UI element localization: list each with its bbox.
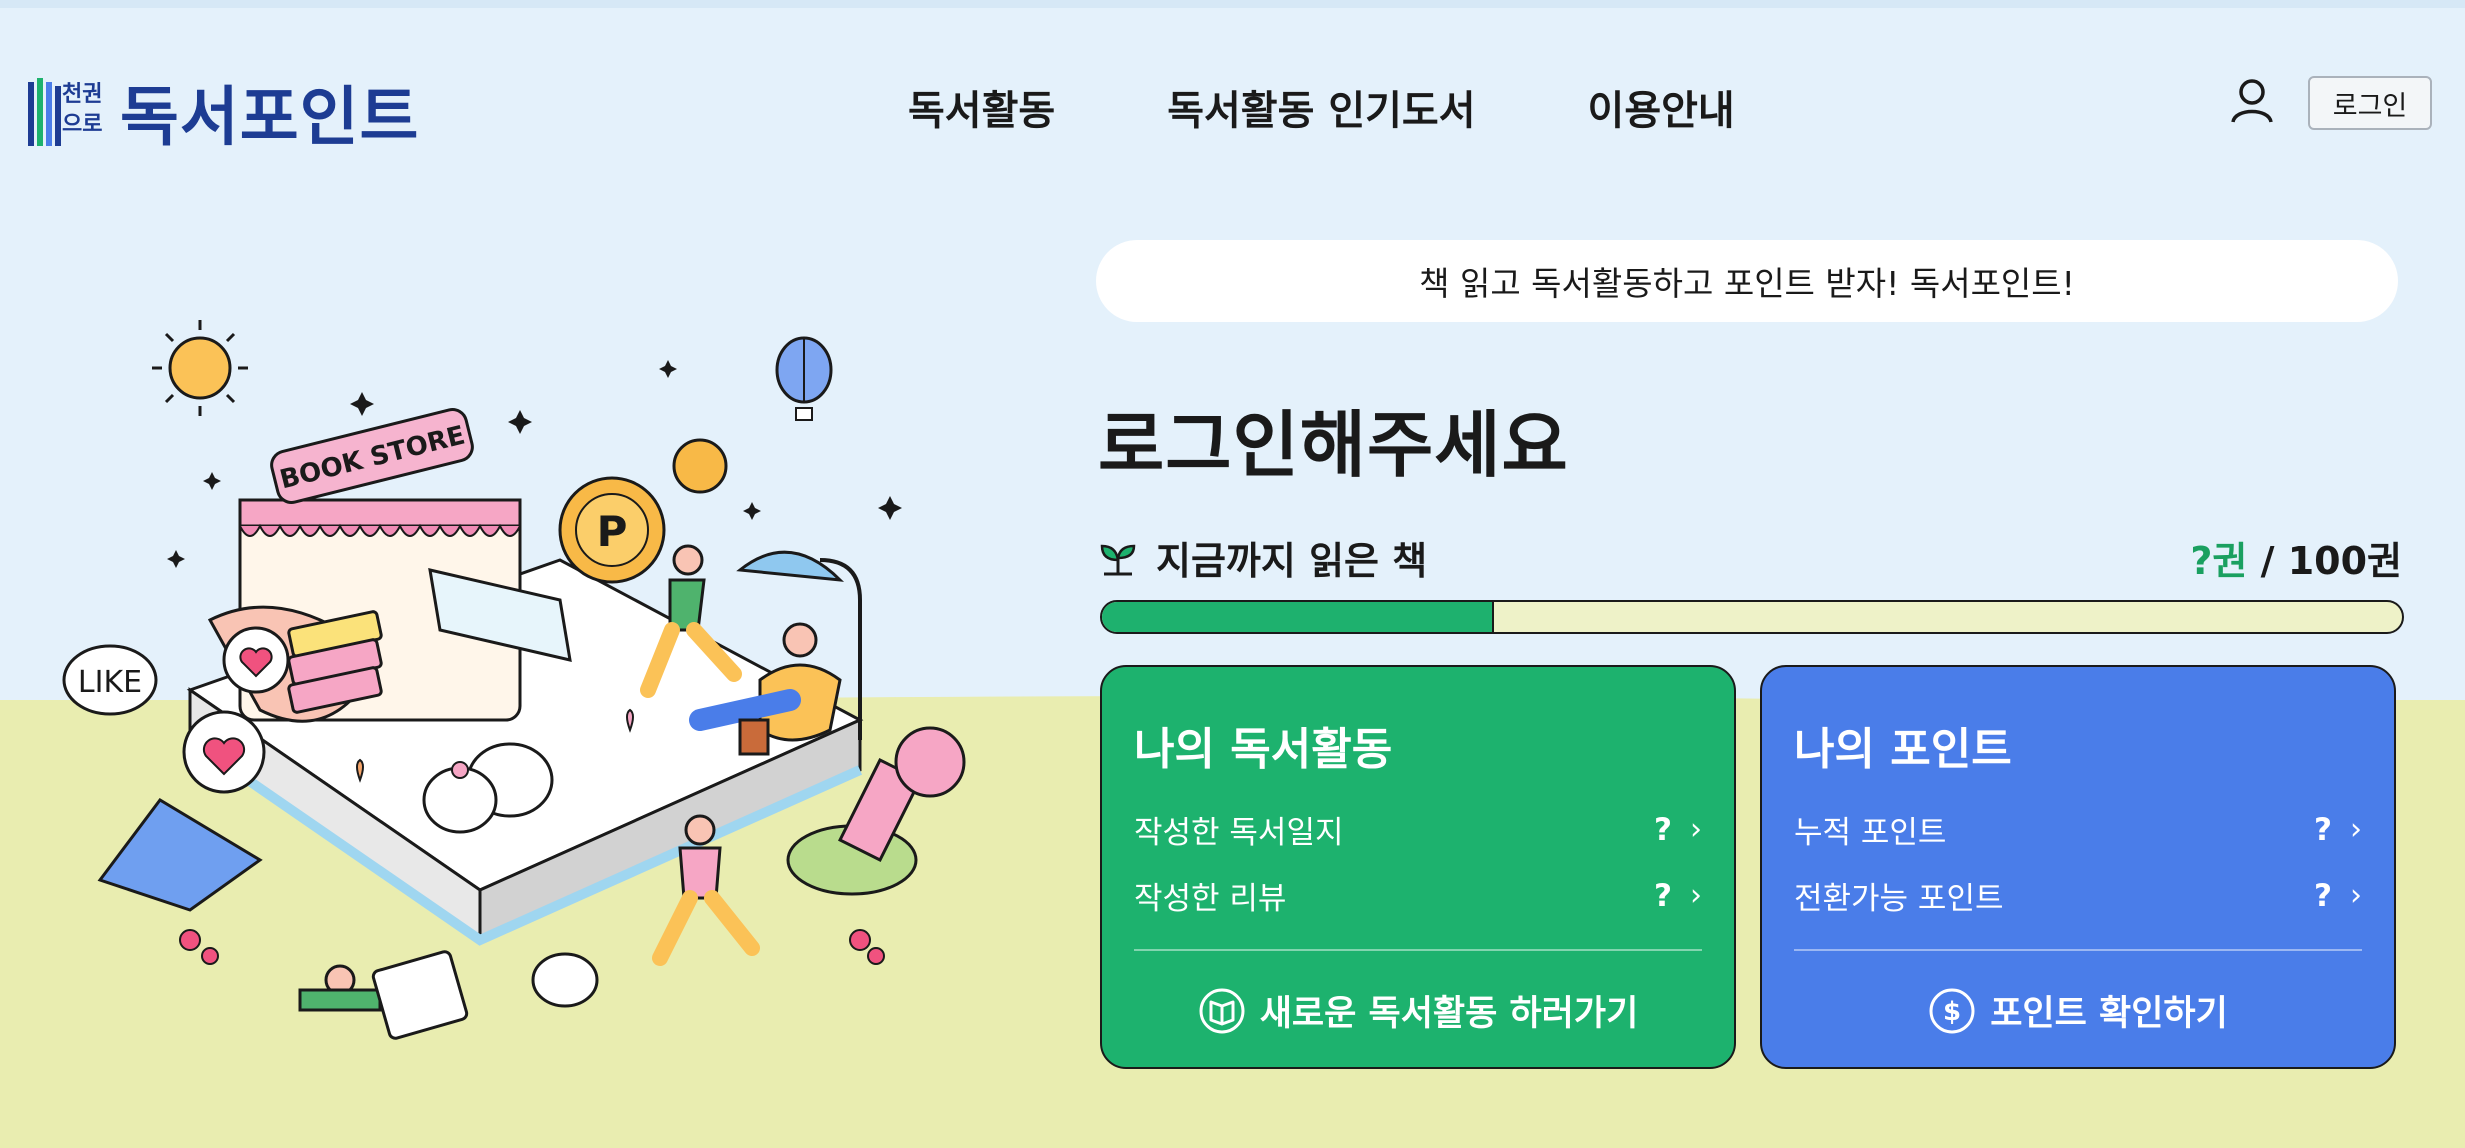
books-read-total: / 100권 [2260, 539, 2402, 583]
chevron-right-icon: › [2350, 878, 2362, 913]
like-bubble: LIKE [62, 644, 158, 716]
my-points-card: 나의 포인트 누적 포인트 ? › 전환가능 포인트 ? › $ 포인트 확인하… [1760, 665, 2396, 1069]
row-value: ? [1654, 877, 1672, 914]
reading-log-count-row[interactable]: 작성한 독서일지 ? › [1134, 807, 1702, 852]
chevron-right-icon: › [1690, 812, 1702, 847]
review-count-row[interactable]: 작성한 리뷰 ? › [1134, 873, 1702, 918]
sprout-icon [1100, 544, 1136, 575]
chevron-right-icon: › [2350, 812, 2362, 847]
check-points-button[interactable]: $ 포인트 확인하기 [1762, 985, 2394, 1036]
books-read-count: ?권 / 100권 [2190, 530, 2402, 585]
card-divider [1134, 949, 1702, 951]
row-label: 작성한 리뷰 [1134, 881, 1287, 917]
dollar-coin-icon: $ [1929, 988, 1975, 1033]
coin-letter: P [597, 507, 628, 556]
top-strip [0, 0, 2465, 8]
nav-popular-books[interactable]: 독서활동 인기도서 [1167, 78, 1475, 136]
login-button[interactable]: 로그인 [2308, 76, 2432, 130]
books-read-text: 지금까지 읽은 책 [1156, 539, 1428, 583]
book-icon [1199, 988, 1245, 1033]
card-divider [1794, 949, 2362, 951]
row-label: 누적 포인트 [1794, 815, 1947, 851]
row-value: ? [2314, 811, 2332, 848]
boy-with-notebook [298, 950, 599, 1040]
books-read-label: 지금까지 읽은 책 [1098, 530, 1427, 585]
sun-icon [152, 320, 248, 416]
reading-progress-bar [1100, 600, 2404, 634]
main-nav: 독서활동 독서활동 인기도서 이용안내 [908, 78, 1735, 136]
books-read-current: ?권 [2190, 539, 2248, 583]
logo-subtext: 천권으로 [62, 82, 103, 137]
logo-mark-icon: 천권으로 [28, 76, 116, 148]
book-store-sign: BOOK STORE [270, 408, 474, 504]
card-title: 나의 포인트 [1794, 724, 2012, 775]
page-title: 로그인해주세요 [1098, 403, 1569, 487]
reading-progress-fill [1102, 602, 1494, 632]
hot-air-balloon-icon [775, 336, 833, 421]
site-logo[interactable]: 천권으로 독서포인트 [28, 66, 419, 158]
row-label: 전환가능 포인트 [1794, 881, 2004, 917]
logo-title: 독서포인트 [120, 81, 420, 155]
action-label: 포인트 확인하기 [1990, 994, 2228, 1034]
card-title: 나의 독서활동 [1134, 724, 1393, 775]
row-value: ? [1654, 811, 1672, 848]
action-label: 새로운 독서활동 하러가기 [1259, 994, 1639, 1034]
nav-guide[interactable]: 이용안내 [1588, 78, 1735, 136]
new-reading-activity-button[interactable]: 새로운 독서활동 하러가기 [1102, 985, 1734, 1036]
bookstore-illustration: BOOK STORE P LIKE [62, 320, 966, 1040]
row-value: ? [2314, 877, 2332, 914]
accumulated-points-row[interactable]: 누적 포인트 ? › [1794, 807, 2362, 852]
user-icon[interactable] [2230, 78, 2274, 124]
promo-banner: 책 읽고 독서활동하고 포인트 받자! 독서포인트! [1096, 240, 2398, 322]
svg-text:$: $ [1943, 997, 1961, 1027]
row-label: 작성한 독서일지 [1134, 815, 1344, 851]
like-text: LIKE [78, 665, 142, 700]
chevron-right-icon: › [1690, 878, 1702, 913]
my-reading-activity-card: 나의 독서활동 작성한 독서일지 ? › 작성한 리뷰 ? › 새로운 독서활동… [1100, 665, 1736, 1069]
nav-reading-activity[interactable]: 독서활동 [908, 78, 1055, 136]
convertible-points-row[interactable]: 전환가능 포인트 ? › [1794, 873, 2362, 918]
